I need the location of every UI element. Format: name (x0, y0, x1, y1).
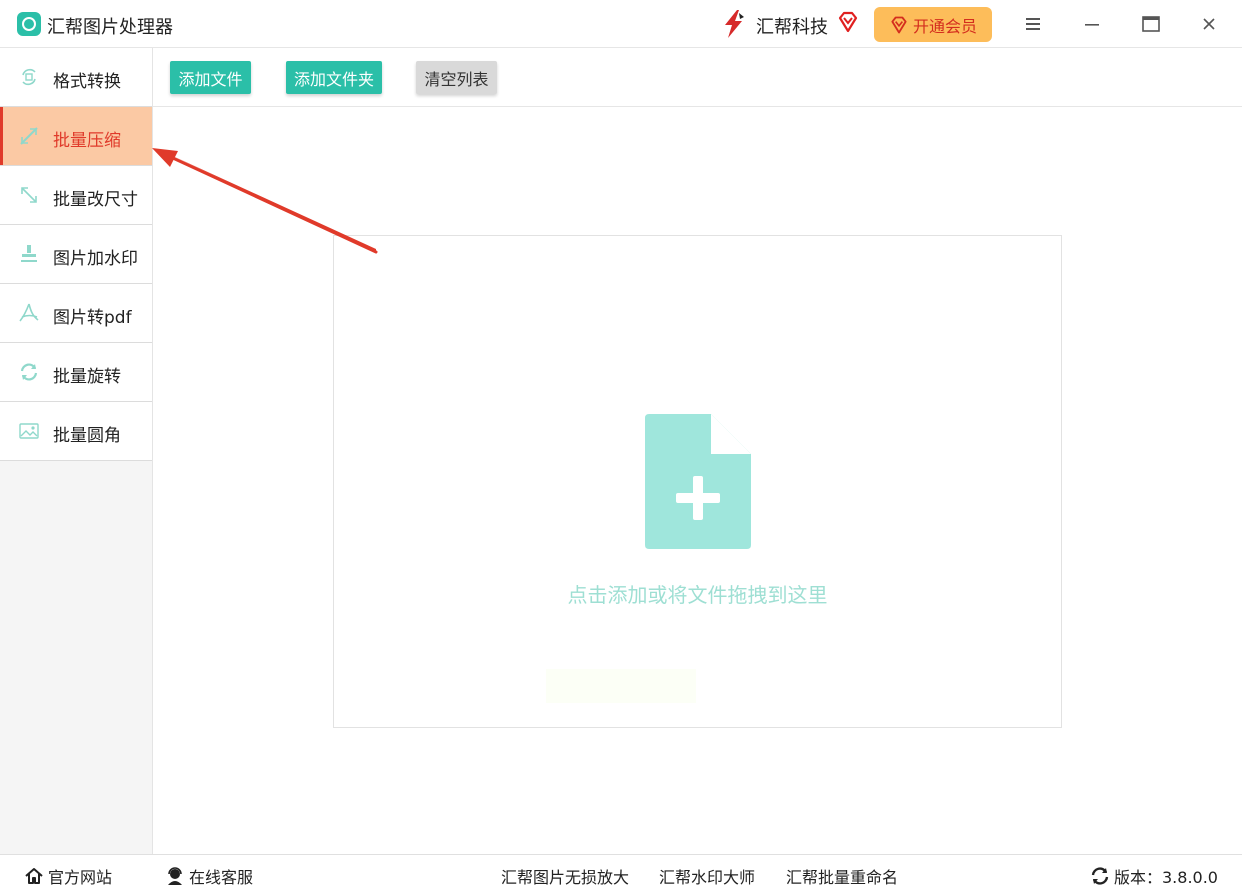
sidebar-item-label: 图片加水印 (53, 249, 138, 269)
title-bar: 汇帮图片处理器 汇帮科技 开通会员 (0, 0, 1242, 48)
official-website-link[interactable]: 官方网站 (24, 864, 112, 888)
add-file-button[interactable]: 添加文件 (170, 61, 251, 94)
sidebar-item-watermark[interactable]: 图片加水印 (0, 225, 152, 284)
sidebar-item-to-pdf[interactable]: 图片转pdf (0, 284, 152, 343)
diamond-icon[interactable] (836, 10, 860, 34)
footer-link-lossless-upscale[interactable]: 汇帮图片无损放大 (501, 864, 629, 888)
vip-diamond-icon (891, 16, 907, 33)
sidebar-item-label: 图片转pdf (53, 308, 132, 328)
vip-button[interactable]: 开通会员 (874, 7, 992, 42)
drop-hint-text: 点击添加或将文件拖拽到这里 (567, 583, 828, 607)
version-label: 版本：3.8.0.0 (1114, 868, 1218, 887)
sidebar-item-format-convert[interactable]: 格式转换 (0, 48, 152, 107)
menu-icon (1026, 18, 1040, 30)
home-icon (25, 868, 43, 884)
file-drop-zone[interactable]: 点击添加或将文件拖拽到这里 (333, 235, 1062, 728)
app-title: 汇帮图片处理器 (47, 17, 173, 38)
maximize-button[interactable] (1139, 12, 1163, 36)
brand-name: 汇帮科技 (756, 17, 828, 38)
status-bar: 官方网站 在线客服 汇帮图片无损放大 汇帮水印大师 汇帮批量重命名 版本：3.8… (0, 854, 1242, 894)
app-window: 汇帮图片处理器 汇帮科技 开通会员 格式转换 批量压缩 批量改尺寸 图片加水印 … (0, 0, 1242, 894)
official-website-label: 官方网站 (48, 868, 113, 887)
minimize-icon (1085, 24, 1099, 26)
add-file-icon (645, 414, 751, 549)
toolbar: 添加文件 添加文件夹 清空列表 (153, 48, 1242, 107)
online-support-link[interactable]: 在线客服 (165, 864, 253, 888)
sidebar-item-label: 批量圆角 (53, 426, 121, 446)
sidebar-item-batch-resize[interactable]: 批量改尺寸 (0, 166, 152, 225)
watermark-icon (21, 245, 37, 262)
rounded-corner-icon (19, 423, 39, 439)
pdf-icon (19, 303, 39, 322)
vip-button-label: 开通会员 (912, 16, 977, 36)
close-icon (1203, 18, 1215, 30)
rotate-icon (20, 363, 38, 381)
support-agent-icon (168, 867, 182, 885)
version-info[interactable]: 版本：3.8.0.0 (1090, 864, 1218, 888)
format-convert-icon (22, 68, 36, 86)
close-button[interactable] (1197, 12, 1221, 36)
add-folder-button[interactable]: 添加文件夹 (286, 61, 382, 94)
refresh-icon (1091, 867, 1109, 885)
online-support-label: 在线客服 (189, 868, 254, 887)
menu-button[interactable] (1021, 12, 1045, 36)
sidebar-item-label: 批量旋转 (53, 367, 121, 387)
sidebar-item-label: 批量改尺寸 (53, 190, 138, 210)
sidebar: 格式转换 批量压缩 批量改尺寸 图片加水印 图片转pdf 批量旋转 批量圆角 (0, 48, 153, 854)
app-logo-icon (17, 12, 41, 36)
minimize-button[interactable] (1080, 12, 1104, 36)
clear-list-button[interactable]: 清空列表 (416, 61, 497, 94)
resize-icon (21, 187, 37, 203)
maximize-icon (1142, 16, 1160, 32)
faded-placeholder-box (546, 669, 696, 703)
sidebar-item-batch-compress[interactable]: 批量压缩 (0, 107, 152, 166)
compress-icon (20, 127, 38, 145)
brand-logo-icon (725, 10, 744, 38)
sidebar-item-batch-rotate[interactable]: 批量旋转 (0, 343, 152, 402)
sidebar-item-label: 批量压缩 (53, 131, 121, 151)
sidebar-item-label: 格式转换 (53, 72, 121, 92)
footer-link-batch-rename[interactable]: 汇帮批量重命名 (786, 864, 898, 888)
footer-link-watermark-master[interactable]: 汇帮水印大师 (659, 864, 755, 888)
sidebar-item-rounded-corner[interactable]: 批量圆角 (0, 402, 152, 461)
